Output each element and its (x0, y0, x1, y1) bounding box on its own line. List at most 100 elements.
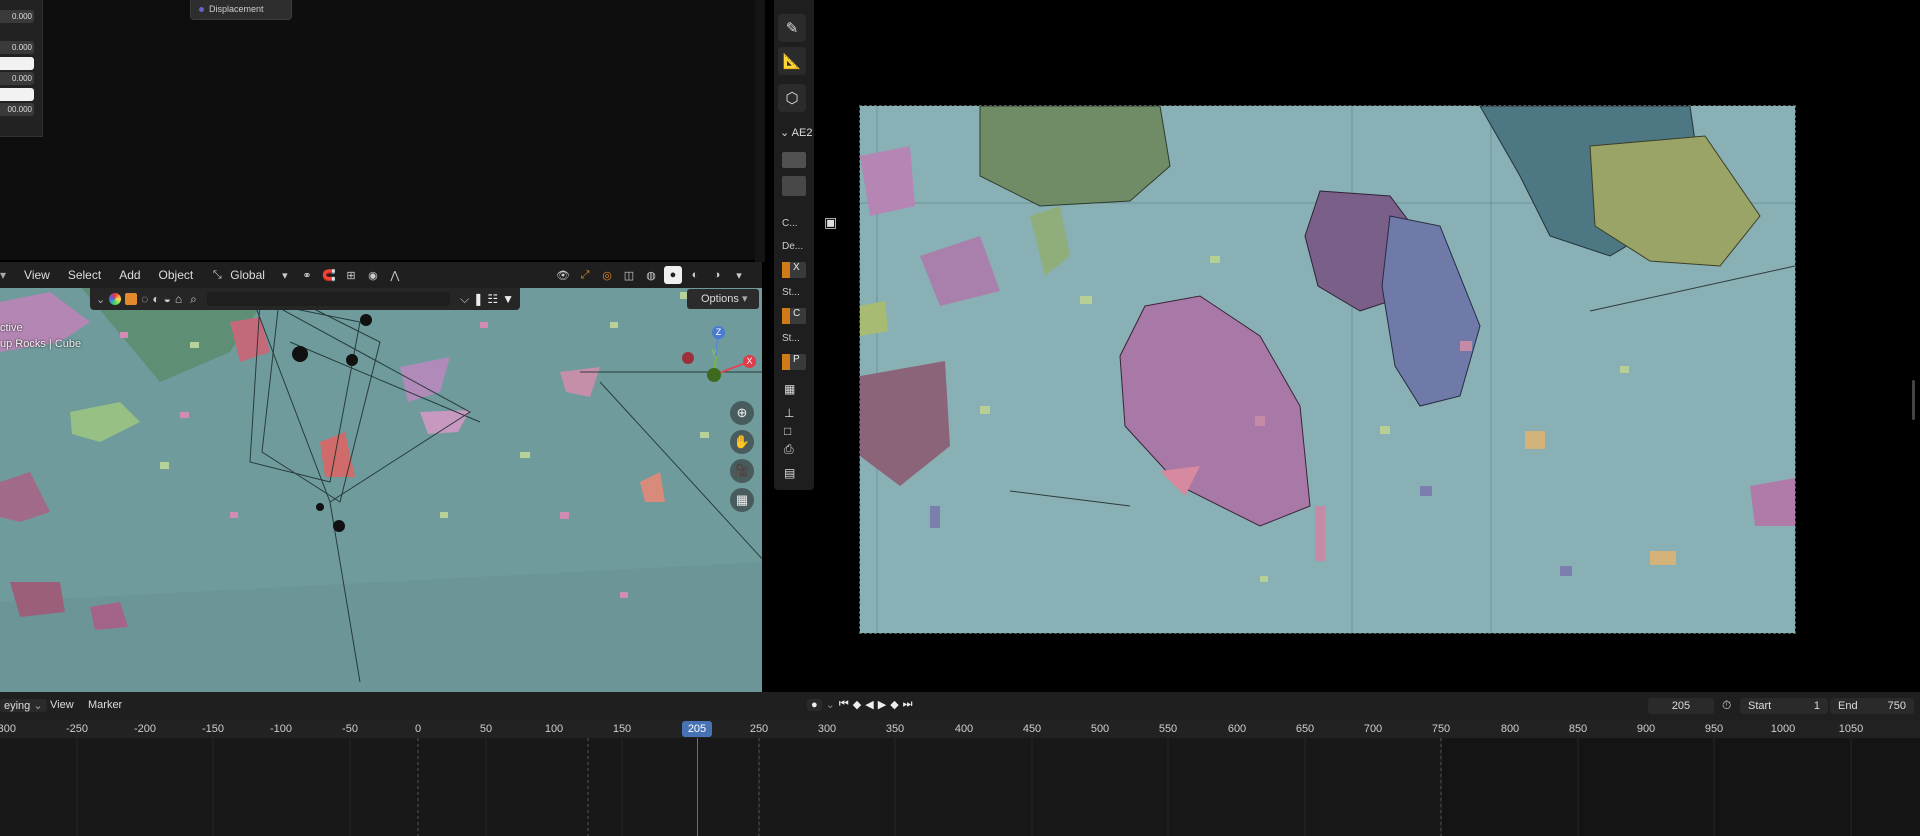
jump-start-icon[interactable]: ⏮ (839, 698, 849, 711)
playhead-frame-label[interactable]: 205 (682, 721, 712, 737)
3d-viewport[interactable] (0, 262, 765, 692)
shading-options-icon[interactable]: ▾ (730, 266, 748, 284)
jump-keyframe-forward-icon[interactable]: ◆ (890, 698, 898, 711)
timeline-ruler[interactable]: -300 -250 -200 -150 -100 -50 0 50 100 15… (0, 720, 1920, 738)
keying-label: eying (4, 700, 31, 712)
filter-search-input[interactable] (206, 292, 451, 306)
axis-gizmo[interactable]: Z Y X (676, 322, 758, 386)
film-clapper-icon[interactable]: ▣ (824, 214, 837, 231)
render-layers-icon[interactable]: ▦ (784, 382, 795, 396)
ortho-grid-icon[interactable]: ▦ (730, 488, 754, 512)
menu-select[interactable]: Select (59, 268, 110, 282)
node-properties-panel: 0.000 0.000 0.000 00.000 (0, 0, 43, 137)
rendered-shading-icon[interactable]: ◑ (708, 266, 726, 284)
end-frame-field[interactable]: End 750 (1830, 698, 1914, 714)
start-frame-field[interactable]: Start 1 (1740, 698, 1828, 714)
restrict-viewport-icon[interactable]: ◐ (152, 292, 159, 306)
menu-view[interactable]: View (15, 268, 59, 282)
displacement-node[interactable]: Displacement (190, 0, 292, 20)
swatch-x[interactable]: X (782, 262, 806, 278)
frame-icon[interactable]: □ (784, 424, 791, 438)
node-field-5[interactable] (0, 88, 34, 101)
swatch-p[interactable]: P (782, 354, 806, 370)
timeline-menu-marker[interactable]: Marker (88, 699, 122, 711)
play-reverse-icon[interactable]: ◀ (865, 698, 873, 711)
jump-keyframe-back-icon[interactable]: ◆ (853, 698, 861, 711)
grey-swatch-2[interactable] (782, 176, 806, 196)
bookmark-icon[interactable]: ❚ (473, 292, 483, 306)
measure-icon[interactable]: 📐 (778, 47, 806, 75)
snap-target-icon[interactable]: ⊞ (342, 266, 360, 284)
tick-label: 300 (817, 723, 837, 735)
snap-icon[interactable]: 🧲 (320, 266, 338, 284)
end-value: 750 (1887, 700, 1906, 712)
node-field-6[interactable]: 00.000 (0, 103, 34, 116)
pan-hand-icon[interactable]: ✋ (730, 430, 754, 454)
output-icon[interactable]: ▤ (784, 466, 795, 480)
record-options-icon[interactable]: ⌄ (826, 698, 835, 711)
viewport-scene (0, 262, 765, 692)
collapse-chevron-icon[interactable]: ⌄ (96, 293, 105, 306)
wireframe-shading-icon[interactable]: ◍ (642, 266, 660, 284)
annotate-icon[interactable]: ✎ (778, 14, 806, 42)
timeline-header: eying ⌄ View Marker ● ⌄ ⏮ ◆ ◀ ▶ ◆ ⏭ 205 … (0, 692, 1920, 720)
transform-orientation-icon[interactable]: ⤡ (208, 266, 226, 284)
gizmo-toggle-icon[interactable]: ⤢ (576, 266, 594, 284)
tick-label: 950 (1704, 723, 1724, 735)
holdout-icon[interactable]: ◒ (164, 292, 171, 306)
node-field-3[interactable] (0, 57, 34, 70)
swatch-x-letter: X (793, 262, 800, 273)
camera-view-icon[interactable]: 🎥 (730, 459, 754, 483)
mode-dropdown-arrow[interactable]: ▾ (0, 268, 15, 282)
axis-icon[interactable]: ⊥ (784, 406, 794, 420)
add-cube-icon[interactable]: ⬡ (778, 84, 806, 112)
jump-end-icon[interactable]: ⏭ (903, 698, 913, 711)
zoom-icon[interactable]: ⊕ (730, 401, 754, 425)
node-field-2[interactable]: 0.000 (0, 41, 34, 54)
swatch-c[interactable]: C (782, 308, 806, 324)
menu-object[interactable]: Object (150, 268, 203, 282)
camera-icon[interactable]: ⎙ (784, 442, 794, 457)
tick-label: -250 (65, 723, 89, 735)
tick-label: -300 (0, 723, 17, 735)
record-icon[interactable]: ● (807, 698, 822, 711)
scrollbar-handle[interactable] (1912, 380, 1915, 420)
xray-toggle-icon[interactable]: ◫ (620, 266, 638, 284)
overlays-toggle-icon[interactable]: ◎ (598, 266, 616, 284)
grey-swatch-1[interactable] (782, 152, 806, 168)
material-shading-icon[interactable]: ◐ (686, 266, 704, 284)
keying-dropdown[interactable]: eying ⌄ (0, 699, 47, 712)
gizmo-y-label[interactable]: Y (711, 348, 717, 358)
hierarchy-icon[interactable]: ☷ (487, 292, 498, 306)
timeline-menu-view[interactable]: View (50, 699, 74, 711)
node-editor[interactable] (0, 0, 762, 260)
restrict-select-icon[interactable] (125, 293, 138, 305)
proportional-edit-icon[interactable]: ◉ (364, 266, 382, 284)
transform-orientation-dropdown[interactable]: Global (228, 268, 274, 282)
filter-icon[interactable]: ▼ (502, 292, 514, 306)
tick-label: 900 (1636, 723, 1656, 735)
node-field-4[interactable]: 0.000 (0, 72, 34, 85)
options-dropdown[interactable]: Options ▾ (687, 289, 759, 309)
object-type-icon[interactable] (109, 293, 122, 305)
falloff-icon[interactable]: ⋀ (386, 266, 404, 284)
side-label-2: De... (782, 241, 804, 252)
stopwatch-icon[interactable]: ⏱ (1722, 698, 1731, 713)
restrict-render-icon[interactable]: ◌ (141, 292, 148, 306)
node-field-1[interactable]: 0.000 (0, 10, 34, 23)
visibility-icon[interactable]: 👁 (554, 266, 572, 284)
current-frame-field[interactable]: 205 (1648, 698, 1714, 714)
menu-add[interactable]: Add (110, 268, 149, 282)
play-icon[interactable]: ▶ (878, 698, 886, 711)
filter-dropdown-icon[interactable]: ⌵ (460, 292, 469, 307)
socket-icon[interactable] (199, 7, 204, 13)
playhead-line[interactable] (697, 738, 698, 836)
gizmo-x-label[interactable]: X (743, 355, 756, 368)
section-header[interactable]: ⌄ AE2 (780, 126, 812, 139)
gizmo-z-label[interactable]: Z (712, 326, 725, 339)
chevron-down-icon[interactable]: ▾ (276, 266, 294, 284)
pivot-icon[interactable]: ⚭ (298, 266, 316, 284)
search-icon[interactable]: ⌕ (190, 292, 197, 307)
indirect-only-icon[interactable]: ⌂ (175, 292, 182, 306)
solid-shading-icon[interactable]: ● (664, 266, 682, 284)
